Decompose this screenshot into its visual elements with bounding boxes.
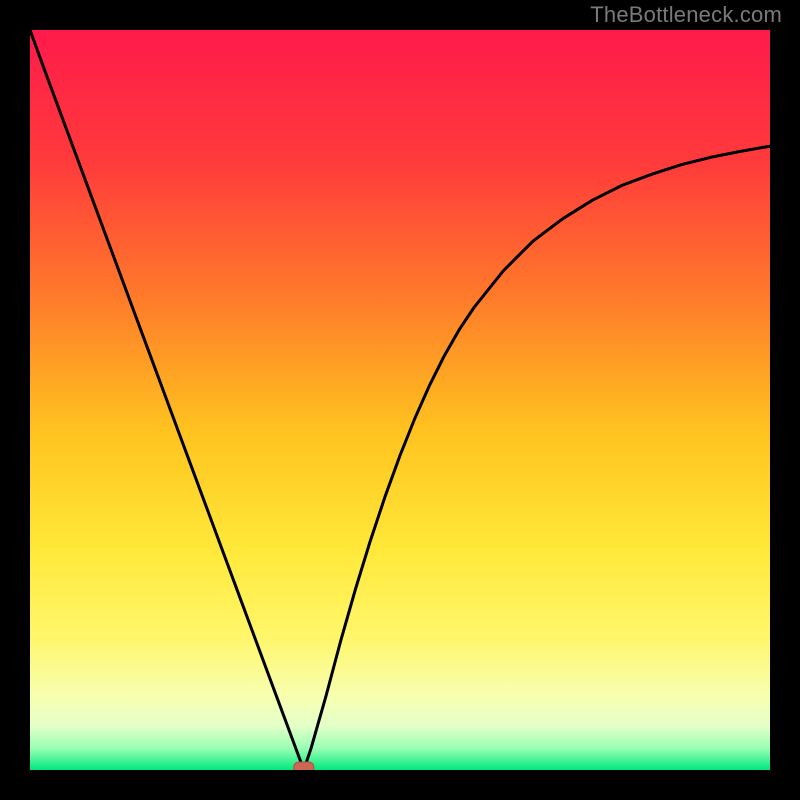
chart-plot (30, 30, 770, 770)
watermark-text: TheBottleneck.com (590, 2, 782, 28)
minimum-marker (294, 762, 314, 770)
gradient-background (30, 30, 770, 770)
chart-frame: TheBottleneck.com (0, 0, 800, 800)
chart-svg (30, 30, 770, 770)
